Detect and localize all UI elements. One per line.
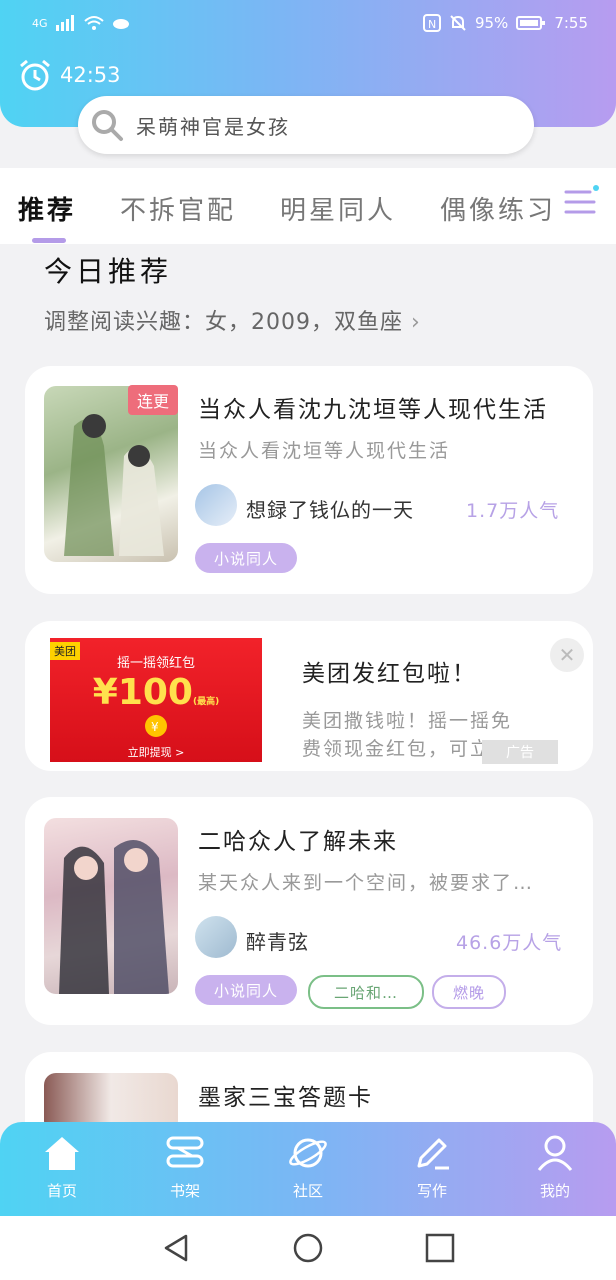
active-tab-indicator [32, 238, 66, 243]
network-label: 4G [32, 16, 48, 30]
ad-label: 广告 [482, 740, 558, 764]
ad-title[interactable]: 美团发红包啦！ [302, 654, 477, 688]
nav-bookshelf[interactable]: 书架 [145, 1132, 225, 1201]
tag-chip[interactable]: 小说同人 [195, 543, 297, 573]
nav-community[interactable]: 社区 [268, 1132, 348, 1201]
signal-icon [55, 15, 74, 31]
tab-recommend[interactable]: 推荐 [18, 190, 76, 227]
tab-idol-trainee[interactable]: 偶像练习 [440, 190, 560, 227]
search-icon [92, 110, 123, 141]
battery-icon [516, 16, 546, 30]
popularity: 46.6万人气 [456, 932, 563, 954]
nav-label: 写作 [416, 1182, 447, 1200]
mute-icon [450, 15, 466, 31]
timer-value: 42:53 [60, 63, 121, 87]
popularity: 1.7万人气 [466, 500, 560, 522]
nav-label: 书架 [169, 1182, 200, 1200]
author-avatar[interactable] [195, 484, 237, 526]
author-name[interactable]: 想録了钱仏的一天 [246, 494, 414, 523]
bookshelf-icon [166, 1136, 204, 1168]
interest-settings-link[interactable]: 调整阅读兴趣：女，2009，双鱼座 › [44, 304, 421, 336]
system-nav-bar [0, 1216, 616, 1280]
home-circle-icon[interactable] [292, 1232, 324, 1264]
tag-chip[interactable]: 二哈和… [308, 975, 424, 1009]
recents-icon[interactable] [424, 1232, 456, 1264]
tag-chip[interactable]: 燃晚 [432, 975, 506, 1009]
clock: 7:55 [554, 14, 588, 32]
ad-desc-line2: 费领现金红包，可立… [302, 738, 513, 760]
wifi-icon [83, 16, 104, 30]
search-placeholder: 呆萌神官是女孩 [136, 114, 290, 139]
tag-chip[interactable]: 小说同人 [195, 975, 297, 1005]
nav-label: 首页 [46, 1182, 77, 1200]
coin-icon: ¥ [145, 715, 167, 737]
home-icon [45, 1137, 79, 1170]
cover-illustration [59, 840, 169, 994]
chevron-right-icon: › [411, 310, 421, 335]
category-tabs: 推荐 不拆官配 明星同人 偶像练习 [0, 168, 616, 244]
book-title[interactable]: 当众人看沈九沈垣等人现代生活 [198, 390, 548, 424]
ad-cta: 立即提现 > [127, 746, 185, 759]
status-bar: 4G N 95% 7:55 [32, 10, 588, 36]
svg-text:¥: ¥ [151, 720, 159, 734]
ad-banner-title: 摇一摇领红包 [116, 656, 195, 671]
nav-label: 我的 [539, 1182, 570, 1200]
nav-profile[interactable]: 我的 [515, 1132, 595, 1201]
tab-official-pairing[interactable]: 不拆官配 [120, 190, 236, 227]
serial-badge: 连更 [128, 385, 178, 415]
ad-amount-row: ¥100(最高) [50, 672, 262, 713]
tab-menu-icon[interactable] [560, 184, 600, 220]
book-desc: 某天众人来到一个空间，被要求了… [198, 872, 535, 894]
book-cover[interactable] [44, 818, 178, 994]
interest-settings-text: 调整阅读兴趣：女，2009，双鱼座 [44, 310, 403, 335]
author-name[interactable]: 醉青弦 [246, 926, 309, 955]
ad-desc-line1: 美团撒钱啦！摇一摇免 [302, 710, 513, 732]
svg-text:N: N [428, 18, 436, 31]
book-desc: 当众人看沈垣等人现代生活 [198, 440, 451, 462]
battery-percent: 95% [474, 14, 509, 32]
planet-icon [289, 1138, 327, 1168]
cloud-icon [112, 19, 129, 29]
nav-write[interactable]: 写作 [392, 1132, 472, 1201]
search-bar[interactable]: 呆萌神官是女孩 [78, 96, 534, 154]
ad-amount-note: (最高) [192, 697, 220, 707]
nav-label: 社区 [292, 1182, 323, 1200]
pen-icon [417, 1138, 449, 1170]
bottom-nav: 首页 书架 社区 写作 我的 [0, 1122, 616, 1216]
nfc-icon: N [422, 14, 441, 32]
user-icon [537, 1135, 573, 1171]
nav-home[interactable]: 首页 [22, 1132, 102, 1201]
book-title[interactable]: 墨家三宝答题卡 [198, 1078, 373, 1112]
ad-amount: ¥100 [92, 672, 193, 713]
alarm-clock-icon [20, 59, 50, 91]
back-icon[interactable] [160, 1232, 192, 1264]
book-title[interactable]: 二哈众人了解未来 [198, 822, 398, 856]
author-avatar[interactable] [195, 916, 237, 958]
close-icon[interactable]: ✕ [550, 638, 584, 672]
reading-timer[interactable]: 42:53 [18, 58, 121, 92]
tab-celebrity-fanfic[interactable]: 明星同人 [280, 190, 396, 227]
section-title: 今日推荐 [44, 255, 173, 288]
ad-banner[interactable]: 美团 摇一摇领红包 ¥100(最高) ¥ 立即提现 > [50, 638, 262, 762]
